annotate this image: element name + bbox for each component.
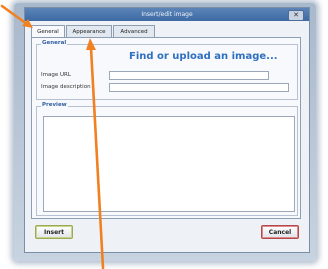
annotation-arrow-appearance — [86, 38, 105, 269]
annotation-arrows — [0, 4, 105, 269]
annotation-arrow-general — [0, 4, 33, 28]
